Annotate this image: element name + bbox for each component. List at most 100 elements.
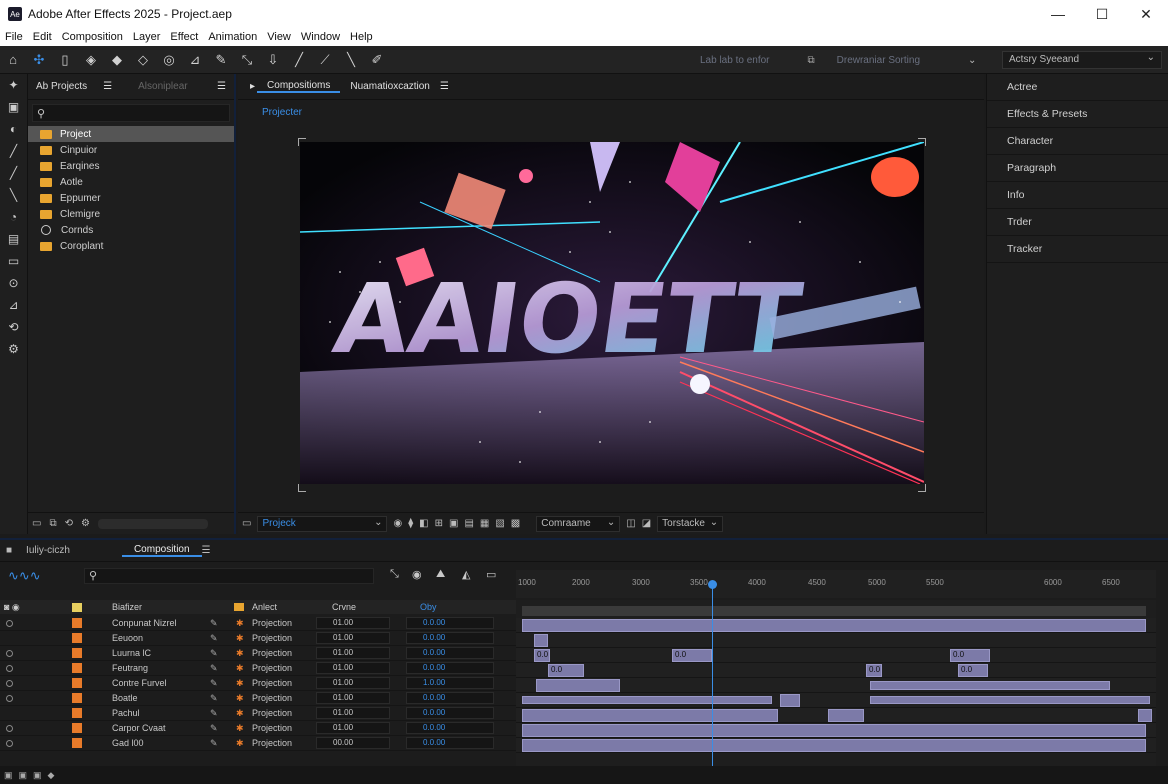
brush-tool-icon[interactable]: ╲ — [0, 184, 27, 206]
panel-character[interactable]: Character — [987, 128, 1168, 155]
text-icon[interactable]: ⤡ — [234, 48, 260, 72]
list-item[interactable]: Cornds — [28, 222, 234, 238]
table-row[interactable]: Feutrang ✎ ✱ Projection 01.00 0.0.00 — [0, 661, 516, 676]
workspace-select[interactable]: Actsry Syeeand — [1002, 51, 1162, 69]
visibility-icon[interactable] — [6, 619, 13, 627]
resolution-icon[interactable]: ▩ — [511, 518, 520, 529]
layer-clip[interactable]: 0.0 — [548, 664, 584, 677]
panel-trder[interactable]: Trder — [987, 209, 1168, 236]
rotate-icon[interactable]: ◆ — [104, 48, 130, 72]
panel-tracker[interactable]: Tracker — [987, 236, 1168, 263]
visibility-icon[interactable] — [6, 724, 13, 732]
color-icon[interactable]: ◧ — [419, 518, 428, 529]
list-item[interactable]: Aotle — [28, 174, 234, 190]
eraser-tool-icon[interactable]: ◐ — [0, 118, 27, 140]
panel-menu-icon-2[interactable]: ☰ — [209, 81, 234, 92]
layer-clip[interactable] — [536, 679, 620, 692]
table-row[interactable]: Contre Furvel ✎ ✱ Projection 01.00 1.0.00 — [0, 676, 516, 691]
visibility-icon[interactable] — [6, 694, 13, 702]
table-row[interactable]: Boatle ✎ ✱ Projection 01.00 0.0.00 — [0, 691, 516, 706]
layer-clip[interactable] — [780, 694, 800, 707]
layer-clip[interactable]: 0.0 — [534, 649, 550, 662]
menu-view[interactable]: View — [262, 31, 296, 43]
lock-icon[interactable]: ▸ — [248, 81, 257, 92]
search-tool-icon[interactable]: ⊙ — [0, 272, 27, 294]
view-icon[interactable]: ◪ — [642, 518, 651, 529]
pickwhip-icon[interactable]: ✎ — [210, 708, 218, 719]
close-tab-icon[interactable]: ■ — [0, 545, 14, 556]
col-blend[interactable]: Oby — [420, 602, 437, 612]
table-row[interactable]: Pachul ✎ ✱ Projection 01.00 0.0.00 — [0, 706, 516, 721]
menu-animation[interactable]: Animation — [203, 31, 262, 43]
pickwhip-icon[interactable]: ✎ — [210, 678, 218, 689]
camera-view-icon[interactable]: ◉ — [393, 518, 402, 529]
tab-secondary[interactable]: Alsoniplear — [130, 81, 195, 92]
puppet-icon[interactable]: ✐ — [364, 48, 390, 72]
tab-projects[interactable]: Ab Projects — [28, 81, 95, 92]
anchor-icon[interactable]: ⊿ — [0, 294, 27, 316]
layer-clip[interactable]: 0.0 — [950, 649, 990, 662]
layout-icon[interactable]: ⧉ — [808, 55, 815, 66]
label-swatch[interactable] — [72, 738, 82, 748]
label-swatch[interactable] — [72, 648, 82, 658]
visibility-icon[interactable] — [6, 664, 13, 672]
layer-clip[interactable] — [870, 681, 1110, 690]
playhead-handle[interactable] — [708, 580, 717, 589]
wand-icon[interactable]: ✦ — [0, 74, 27, 96]
label-swatch[interactable] — [72, 723, 82, 733]
pickwhip-icon[interactable]: ✎ — [210, 618, 218, 629]
panel-info[interactable]: Info — [987, 182, 1168, 209]
layer-clip[interactable] — [522, 619, 1146, 632]
menu-effect[interactable]: Effect — [165, 31, 203, 43]
panel-effects-presets[interactable]: Effects & Presets — [987, 101, 1168, 128]
menu-help[interactable]: Help — [345, 31, 378, 43]
list-item[interactable]: Earqines — [28, 158, 234, 174]
panel-menu-icon[interactable]: ☰ — [202, 545, 211, 556]
grid-icon[interactable]: ⊞ — [435, 518, 443, 529]
table-row[interactable]: Carpor Cvaat ✎ ✱ Projection 01.00 0.0.00 — [0, 721, 516, 736]
eraser-icon[interactable]: ⟋ — [312, 48, 338, 72]
monitor-icon[interactable]: ▭ — [242, 518, 251, 529]
drop-icon[interactable]: ◆ — [48, 770, 55, 781]
pickwhip-icon[interactable]: ✎ — [210, 633, 218, 644]
tab-timeline[interactable]: Iuliy-ciczh — [14, 545, 82, 556]
rectangle-icon[interactable]: ⊿ — [182, 48, 208, 72]
pan-behind-icon[interactable]: ◎ — [156, 48, 182, 72]
interpret-icon[interactable]: ⟲ — [65, 518, 73, 529]
list-item[interactable]: Clemigre — [28, 206, 234, 222]
pickwhip-icon[interactable]: ✎ — [210, 663, 218, 674]
breadcrumb[interactable]: Projecter — [262, 107, 302, 118]
project-search-input[interactable]: ⚲ — [32, 104, 230, 122]
layer-clip[interactable] — [522, 709, 778, 722]
maximize-button[interactable]: ☐ — [1080, 0, 1124, 28]
panel-actree[interactable]: Actree — [987, 74, 1168, 101]
fast-preview-icon[interactable]: ▧ — [495, 518, 504, 529]
visibility-icon[interactable] — [6, 649, 13, 657]
eyedropper-icon[interactable]: ╱ — [0, 140, 27, 162]
tab-composition[interactable]: Composition — [121, 544, 202, 557]
settings-icon[interactable]: ⚙ — [0, 338, 27, 360]
close-button[interactable]: ✕ — [1124, 0, 1168, 28]
table-row[interactable]: Eeuoon ✎ ✱ Projection 01.00 0.0.00 — [0, 631, 516, 646]
col-name[interactable]: Biafizer — [112, 602, 142, 612]
channel-icon[interactable]: ▤ — [464, 518, 473, 529]
layer-clip[interactable] — [522, 696, 772, 704]
layer-clip[interactable]: 0.0 — [866, 664, 882, 677]
visibility-icon[interactable] — [6, 679, 13, 687]
layer-clip[interactable] — [1138, 709, 1152, 722]
tab-compositions[interactable]: Compositioms — [257, 80, 341, 93]
pickwhip-icon[interactable]: ✎ — [210, 723, 218, 734]
label-swatch[interactable] — [72, 618, 82, 628]
timecode-icon[interactable]: ∿∿∿ — [8, 568, 41, 584]
sorting-chevron-icon[interactable]: ⌄ — [968, 55, 976, 66]
switches-icon[interactable]: ▣ — [19, 770, 28, 781]
new-item-icon[interactable]: ▭ — [32, 518, 41, 529]
layer-clip[interactable] — [522, 739, 1146, 752]
sorting-label[interactable]: Drewraniar Sorting — [837, 55, 920, 66]
layer-clip[interactable]: 0.0 — [958, 664, 988, 677]
col-parent[interactable]: Anlect — [252, 602, 277, 612]
col-mode[interactable]: Crvne — [332, 602, 356, 612]
panel-menu-icon[interactable]: ☰ — [95, 81, 120, 92]
hand-icon[interactable]: ▯ — [52, 48, 78, 72]
draft-3d-icon[interactable]: ◉ — [412, 568, 422, 581]
